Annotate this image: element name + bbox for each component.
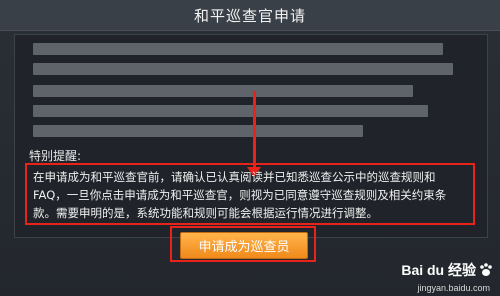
notice-heading: 特别提醒: <box>29 149 82 163</box>
content-panel: 特别提醒: 在申请成为和平巡查官前，请确认已认真阅读并已知悉巡查公示中的巡查规则… <box>14 34 488 238</box>
blurred-text-line <box>33 43 443 55</box>
watermark-brand: Bai du 经验 <box>401 262 476 278</box>
baidu-watermark: Bai du 经验 <box>401 260 494 280</box>
annotation-arrow-line <box>253 91 256 171</box>
apply-patrol-button[interactable]: 申请成为巡查员 <box>180 232 308 259</box>
dialog-title: 和平巡查官申请 <box>193 6 306 25</box>
blurred-text-line <box>33 105 428 117</box>
paw-icon <box>480 263 492 276</box>
blurred-text-line <box>33 125 363 137</box>
watermark-url: jingyan.baidu.com <box>417 283 490 293</box>
blurred-text-line <box>33 85 413 97</box>
notice-text-box: 在申请成为和平巡查官前，请确认已认真阅读并已知悉巡查公示中的巡查规则和FAQ，一… <box>25 163 475 225</box>
dialog-title-bar: 和平巡查官申请 <box>0 0 500 31</box>
blurred-text-line <box>33 63 453 75</box>
application-dialog: 和平巡查官申请 特别提醒: 在申请成为和平巡查官前，请确认已认真阅读并已知悉巡查… <box>0 0 500 296</box>
notice-text: 在申请成为和平巡查官前，请确认已认真阅读并已知悉巡查公示中的巡查规则和FAQ，一… <box>33 170 447 220</box>
